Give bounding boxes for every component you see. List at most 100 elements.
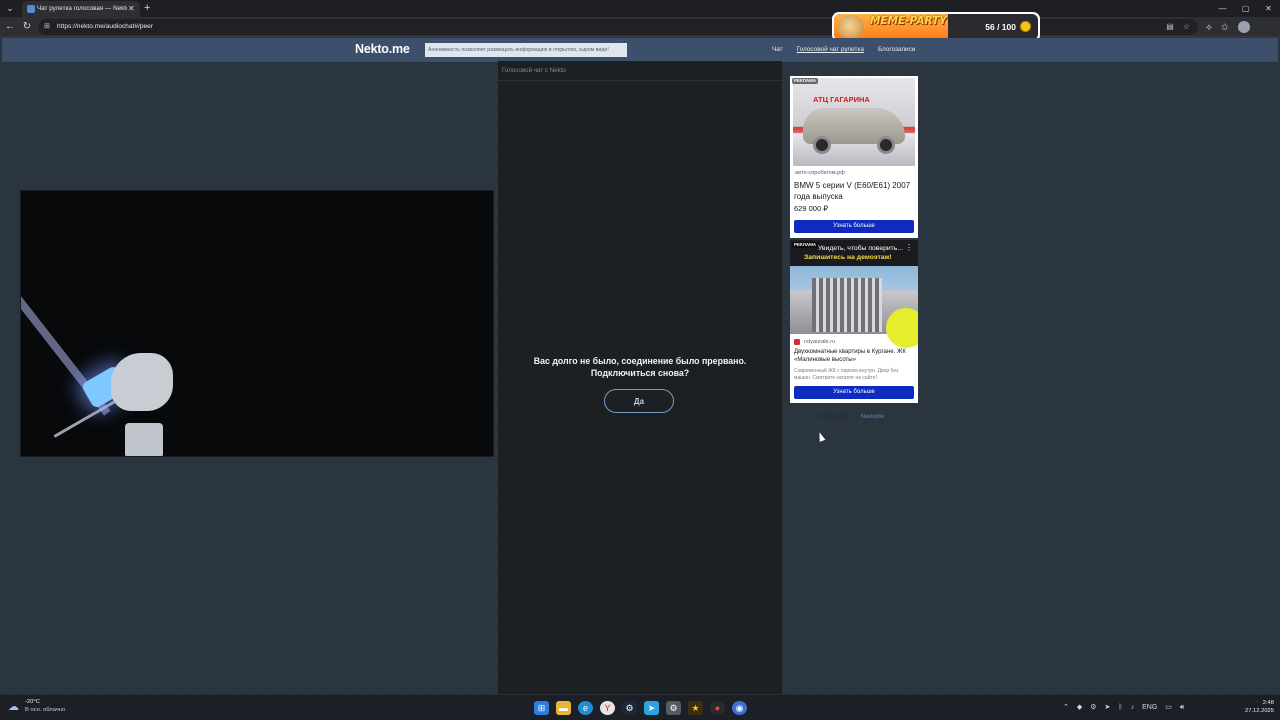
- nav-link-chat[interactable]: Чат: [772, 44, 783, 56]
- system-clock[interactable]: 2:48 27.12.2025: [1240, 699, 1274, 715]
- extensions-icon[interactable]: ⟡: [1206, 20, 1212, 34]
- favorites-icon[interactable]: ✩: [1221, 20, 1229, 34]
- clock-date: 27.12.2025: [1244, 708, 1274, 714]
- browser-tab-bar: ⌄ Чат рулетка голосовая — Nekto.me ✕ + —…: [0, 0, 1280, 17]
- car-wheel-rear: [877, 136, 895, 154]
- ad-label: РЕКЛАМА: [792, 78, 819, 84]
- tab-title: Чат рулетка голосовая — Nekto.me: [37, 5, 127, 12]
- url-text[interactable]: https://nekto.me/audiochat#/peer: [57, 21, 153, 33]
- favorite-star-icon[interactable]: ☆: [1183, 21, 1190, 33]
- windows-taskbar: ☁ -20°C В осн. облачно ⊞ ▬ e Y ⚙ ➤ ⚙ ★ ●…: [0, 694, 1280, 720]
- app-star-icon[interactable]: ★: [688, 701, 703, 715]
- meme-party-title: MEME-PARTY: [870, 15, 947, 27]
- coin-icon: [1020, 21, 1031, 32]
- disconnect-message: Вас долго не было, соединение было прерв…: [498, 355, 782, 379]
- telegram-icon[interactable]: ➤: [644, 701, 659, 715]
- ad-price: 629 000 ₽: [794, 204, 828, 213]
- reload-icon[interactable]: ↻: [20, 20, 34, 34]
- yandex-browser-icon[interactable]: Y: [600, 701, 615, 715]
- tray-network-icon[interactable]: ▭: [1165, 702, 1172, 714]
- microphone: [111, 353, 173, 411]
- ad-source[interactable]: авто-спробегом.рф: [795, 169, 845, 177]
- mouse-cursor-icon: [816, 431, 826, 442]
- close-window-button[interactable]: ✕: [1257, 0, 1280, 17]
- disconnect-message-line2: Подключиться снова?: [590, 368, 690, 378]
- ad-menu-icon[interactable]: ⋮: [905, 243, 913, 252]
- main-nav: Чат Голосовой чат рулетка Блогозаписи: [772, 44, 915, 56]
- browser-toolbar-right: ⟡ ✩: [1206, 20, 1250, 34]
- nav-link-voice-roulette[interactable]: Голосовой чат рулетка: [797, 44, 864, 56]
- ad-subheadline: Запишитесь на демоэтаж!: [804, 254, 892, 261]
- clock-time: 2:48: [1262, 700, 1274, 706]
- tray-steam-icon[interactable]: ⚙: [1090, 702, 1096, 714]
- anonymity-notice: Анонимность позволяет размещать информац…: [425, 43, 627, 57]
- footer-copyright: © 2011-2025: [818, 414, 852, 420]
- omnibox-actions: ▤ ☆: [1166, 21, 1190, 33]
- steam-icon[interactable]: ⚙: [622, 701, 637, 715]
- site-info-icon[interactable]: ⊞: [44, 22, 52, 31]
- nav-link-blog[interactable]: Блогозаписи: [878, 44, 915, 56]
- profile-avatar[interactable]: [1237, 21, 1250, 33]
- ad-title[interactable]: Двухкомнатные квартиры в Кургане. ЖК «Ма…: [794, 348, 916, 364]
- building-image: [812, 278, 882, 332]
- ad-source[interactable]: rstyaurale.ru: [804, 338, 835, 346]
- brand-circle-icon: [886, 308, 918, 348]
- meme-party-score: 56 / 100: [985, 22, 1016, 32]
- car-wheel-front: [813, 136, 831, 154]
- minimize-button[interactable]: —: [1211, 0, 1234, 17]
- weather-cloud-icon[interactable]: ☁: [8, 701, 22, 713]
- ad-description: Современный ЖК с парком внутри. Двор без…: [794, 368, 899, 381]
- doge-icon: [838, 15, 864, 39]
- obs-record-icon[interactable]: ●: [710, 701, 725, 715]
- ad-headline: Увидеть, чтобы поверить...: [818, 245, 903, 252]
- disconnect-message-line1: Вас долго не было, соединение было прерв…: [533, 356, 747, 366]
- tray-overflow-icon[interactable]: ⌃: [1063, 702, 1069, 714]
- tray-mic-icon[interactable]: ♪: [1131, 702, 1135, 714]
- weather-description[interactable]: В осн. облачно: [25, 707, 65, 714]
- ad-car-image[interactable]: АТЦ ГАГАРИНА: [793, 78, 915, 166]
- tab-favicon-icon: [27, 5, 35, 13]
- voice-chat-panel: Голосовой чат с Nekto Вас долго не было,…: [498, 61, 782, 694]
- tray-language[interactable]: ENG: [1142, 702, 1157, 714]
- ad-car-dealer-sign: АТЦ ГАГАРИНА: [813, 95, 870, 104]
- edge-browser-icon[interactable]: e: [578, 701, 593, 715]
- tab-close-icon[interactable]: ✕: [128, 4, 135, 14]
- meme-party-bar: MEME-PARTY 56 / 100: [834, 14, 1038, 40]
- maximize-button[interactable]: ▢: [1234, 0, 1257, 17]
- tray-volume-icon[interactable]: 🔊︎: [1180, 702, 1184, 714]
- reconnect-yes-button[interactable]: Да: [604, 389, 674, 413]
- app-globe-icon[interactable]: ◉: [732, 701, 747, 715]
- ad-car[interactable]: АТЦ ГАГАРИНА РЕКЛАМА авто-спробегом.рф B…: [790, 76, 918, 238]
- settings-icon[interactable]: ⚙: [666, 701, 681, 715]
- site-header: Nekto.me Анонимность позволяет размещать…: [2, 38, 1278, 62]
- footer-link[interactable]: NektoMe: [861, 414, 884, 420]
- webcam-overlay: [20, 190, 494, 457]
- ad-title[interactable]: BMW 5 серии V (E60/E61) 2007 года выпуск…: [794, 180, 916, 202]
- ad-learn-more-button[interactable]: Узнать больше: [794, 220, 914, 233]
- ad-apartments[interactable]: Увидеть, чтобы поверить... Запишитесь на…: [790, 240, 918, 403]
- file-explorer-icon[interactable]: ▬: [556, 701, 571, 715]
- system-tray: ⌃ ◆ ⚙ ➤ ᛒ ♪ ENG ▭ 🔊︎: [1063, 702, 1184, 714]
- tray-telegram-icon[interactable]: ➤: [1105, 702, 1111, 714]
- site-footer: © 2011-2025 NektoMe: [818, 413, 884, 421]
- ad-source-icon: [794, 339, 800, 345]
- mic-mount: [125, 423, 163, 456]
- start-icon[interactable]: ⊞: [534, 701, 549, 715]
- taskbar-apps: ⊞ ▬ e Y ⚙ ➤ ⚙ ★ ● ◉: [534, 701, 747, 715]
- chat-panel-title: Голосовой чат с Nekto: [498, 61, 782, 81]
- weather-temperature[interactable]: -20°C: [25, 699, 40, 706]
- ad-learn-more-button[interactable]: Узнать больше: [794, 386, 914, 399]
- tab-actions-menu-icon[interactable]: ⌄: [4, 3, 16, 14]
- ad-building-image[interactable]: [790, 266, 918, 348]
- tray-bluetooth-icon[interactable]: ᛒ: [1118, 702, 1122, 714]
- window-controls: — ▢ ✕: [1211, 0, 1280, 17]
- new-tab-button[interactable]: +: [144, 1, 150, 15]
- ad-label: РЕКЛАМА: [792, 242, 819, 248]
- tray-app-icon[interactable]: ◆: [1077, 702, 1082, 714]
- back-arrow-icon[interactable]: ←: [3, 20, 17, 34]
- browser-address-bar: ← ↻ ⊞ https://nekto.me/audiochat#/peer ▤…: [0, 17, 1280, 37]
- site-logo[interactable]: Nekto.me: [355, 41, 410, 58]
- browser-tab-active[interactable]: Чат рулетка голосовая — Nekto.me ✕: [22, 1, 140, 17]
- reading-mode-icon[interactable]: ▤: [1166, 21, 1174, 33]
- page-body: Nekto.me Анонимность позволяет размещать…: [0, 38, 1280, 694]
